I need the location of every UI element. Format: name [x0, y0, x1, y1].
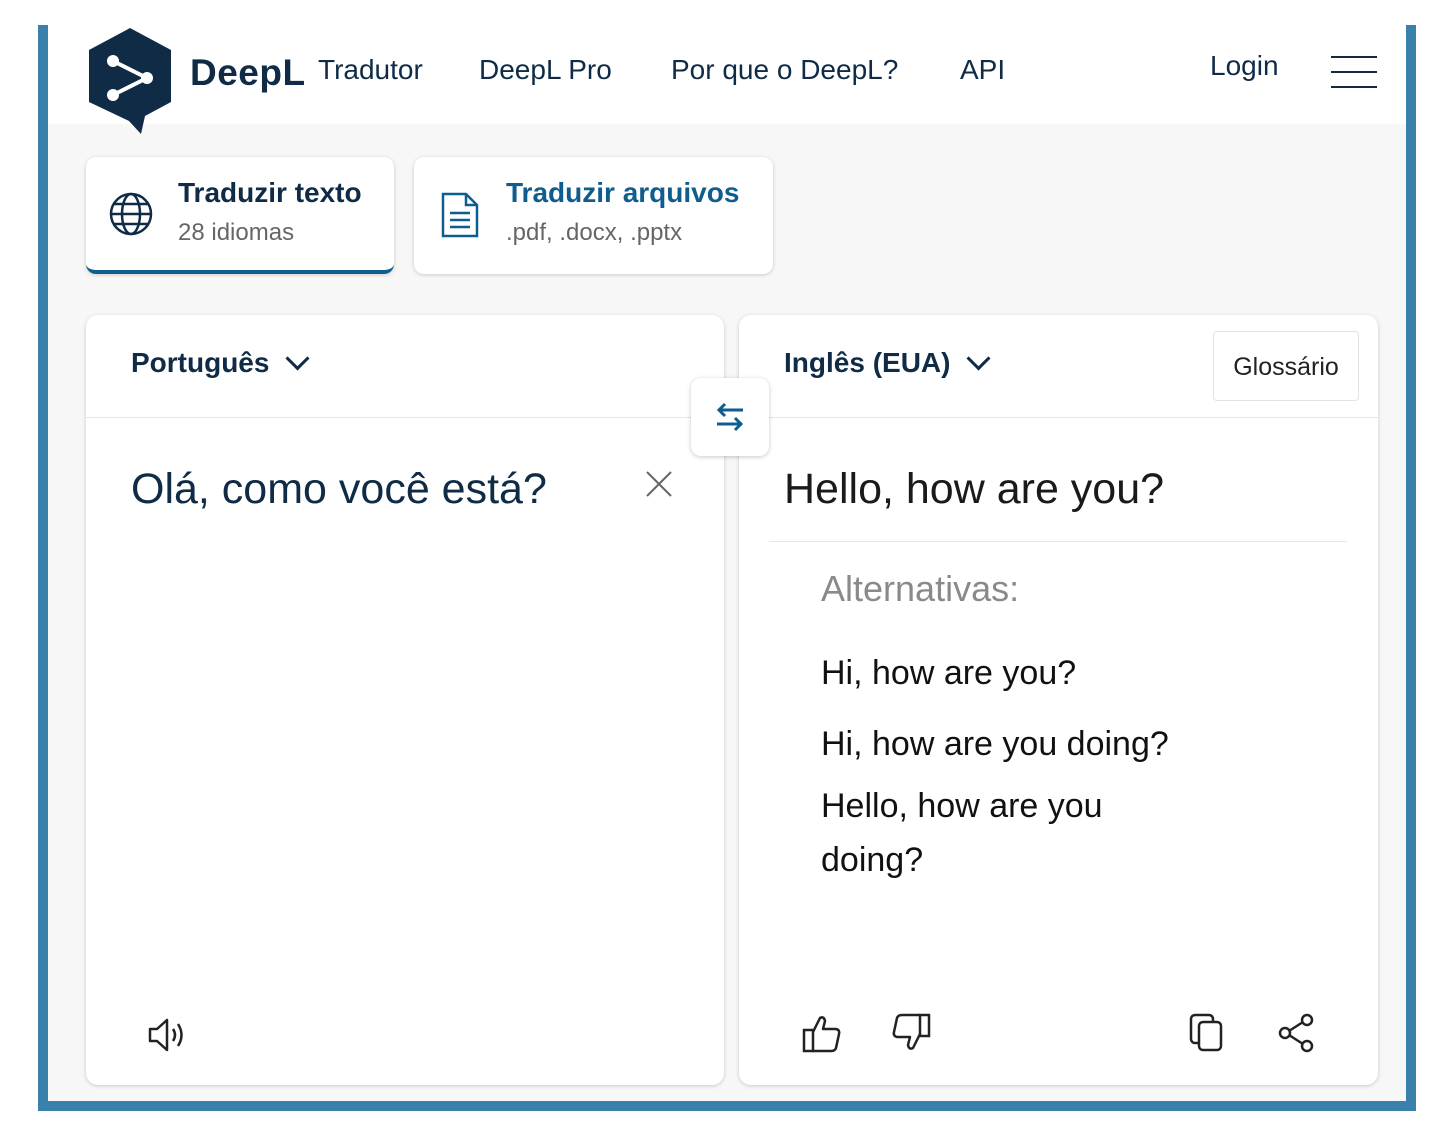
login-link[interactable]: Login [1210, 50, 1279, 82]
brand-name[interactable]: DeepL [190, 52, 306, 94]
alternative-item[interactable]: Hello, how are you doing? [821, 779, 1151, 887]
alternative-item[interactable]: Hi, how are you? [821, 646, 1076, 700]
thumbs-down-icon[interactable] [890, 1012, 932, 1054]
document-icon [441, 192, 479, 238]
nav-api[interactable]: API [960, 54, 1005, 86]
target-panel: Inglês (EUA) Glossário Hello, how are yo… [739, 315, 1378, 1085]
alternative-item[interactable]: Hi, how are you doing? [821, 717, 1169, 771]
nav-deepl-pro[interactable]: DeepL Pro [479, 54, 612, 86]
panel-divider [739, 417, 1378, 418]
chevron-down-icon [285, 346, 310, 371]
source-language-label: Português [131, 347, 270, 378]
swap-icon [716, 402, 744, 432]
share-icon[interactable] [1276, 1012, 1318, 1054]
alternatives-label: Alternativas: [821, 568, 1020, 609]
speaker-icon[interactable] [146, 1015, 188, 1055]
close-icon[interactable] [644, 469, 674, 499]
translation-output[interactable]: Hello, how are you? [784, 465, 1164, 514]
hamburger-menu-icon[interactable] [1331, 56, 1377, 88]
tab-text-subtitle: 28 idiomas [178, 219, 295, 246]
target-language-select[interactable]: Inglês (EUA) [784, 346, 991, 379]
source-panel: Português Olá, como você está? [86, 315, 724, 1085]
swap-languages-button[interactable] [691, 378, 769, 456]
tab-files-title: Traduzir arquivos [506, 177, 740, 208]
globe-icon [109, 192, 153, 236]
output-divider [769, 541, 1347, 542]
tab-translate-files[interactable]: Traduzir arquivos .pdf, .docx, .pptx [414, 157, 773, 274]
glossary-button[interactable]: Glossário [1213, 331, 1359, 401]
tab-files-subtitle: .pdf, .docx, .pptx [506, 219, 683, 246]
tab-translate-text[interactable]: Traduzir texto 28 idiomas [86, 157, 394, 274]
chevron-down-icon [966, 346, 991, 371]
nav-why-deepl[interactable]: Por que o DeepL? [671, 54, 898, 86]
thumbs-up-icon[interactable] [801, 1012, 843, 1054]
copy-icon[interactable] [1187, 1012, 1229, 1054]
panel-divider [86, 417, 724, 418]
deepl-logo[interactable] [85, 26, 175, 136]
product-name[interactable]: Tradutor [318, 54, 423, 86]
source-language-select[interactable]: Português [131, 346, 310, 379]
target-language-label: Inglês (EUA) [784, 347, 951, 378]
tab-text-title: Traduzir texto [178, 177, 362, 208]
source-text-input[interactable]: Olá, como você está? [131, 465, 547, 514]
